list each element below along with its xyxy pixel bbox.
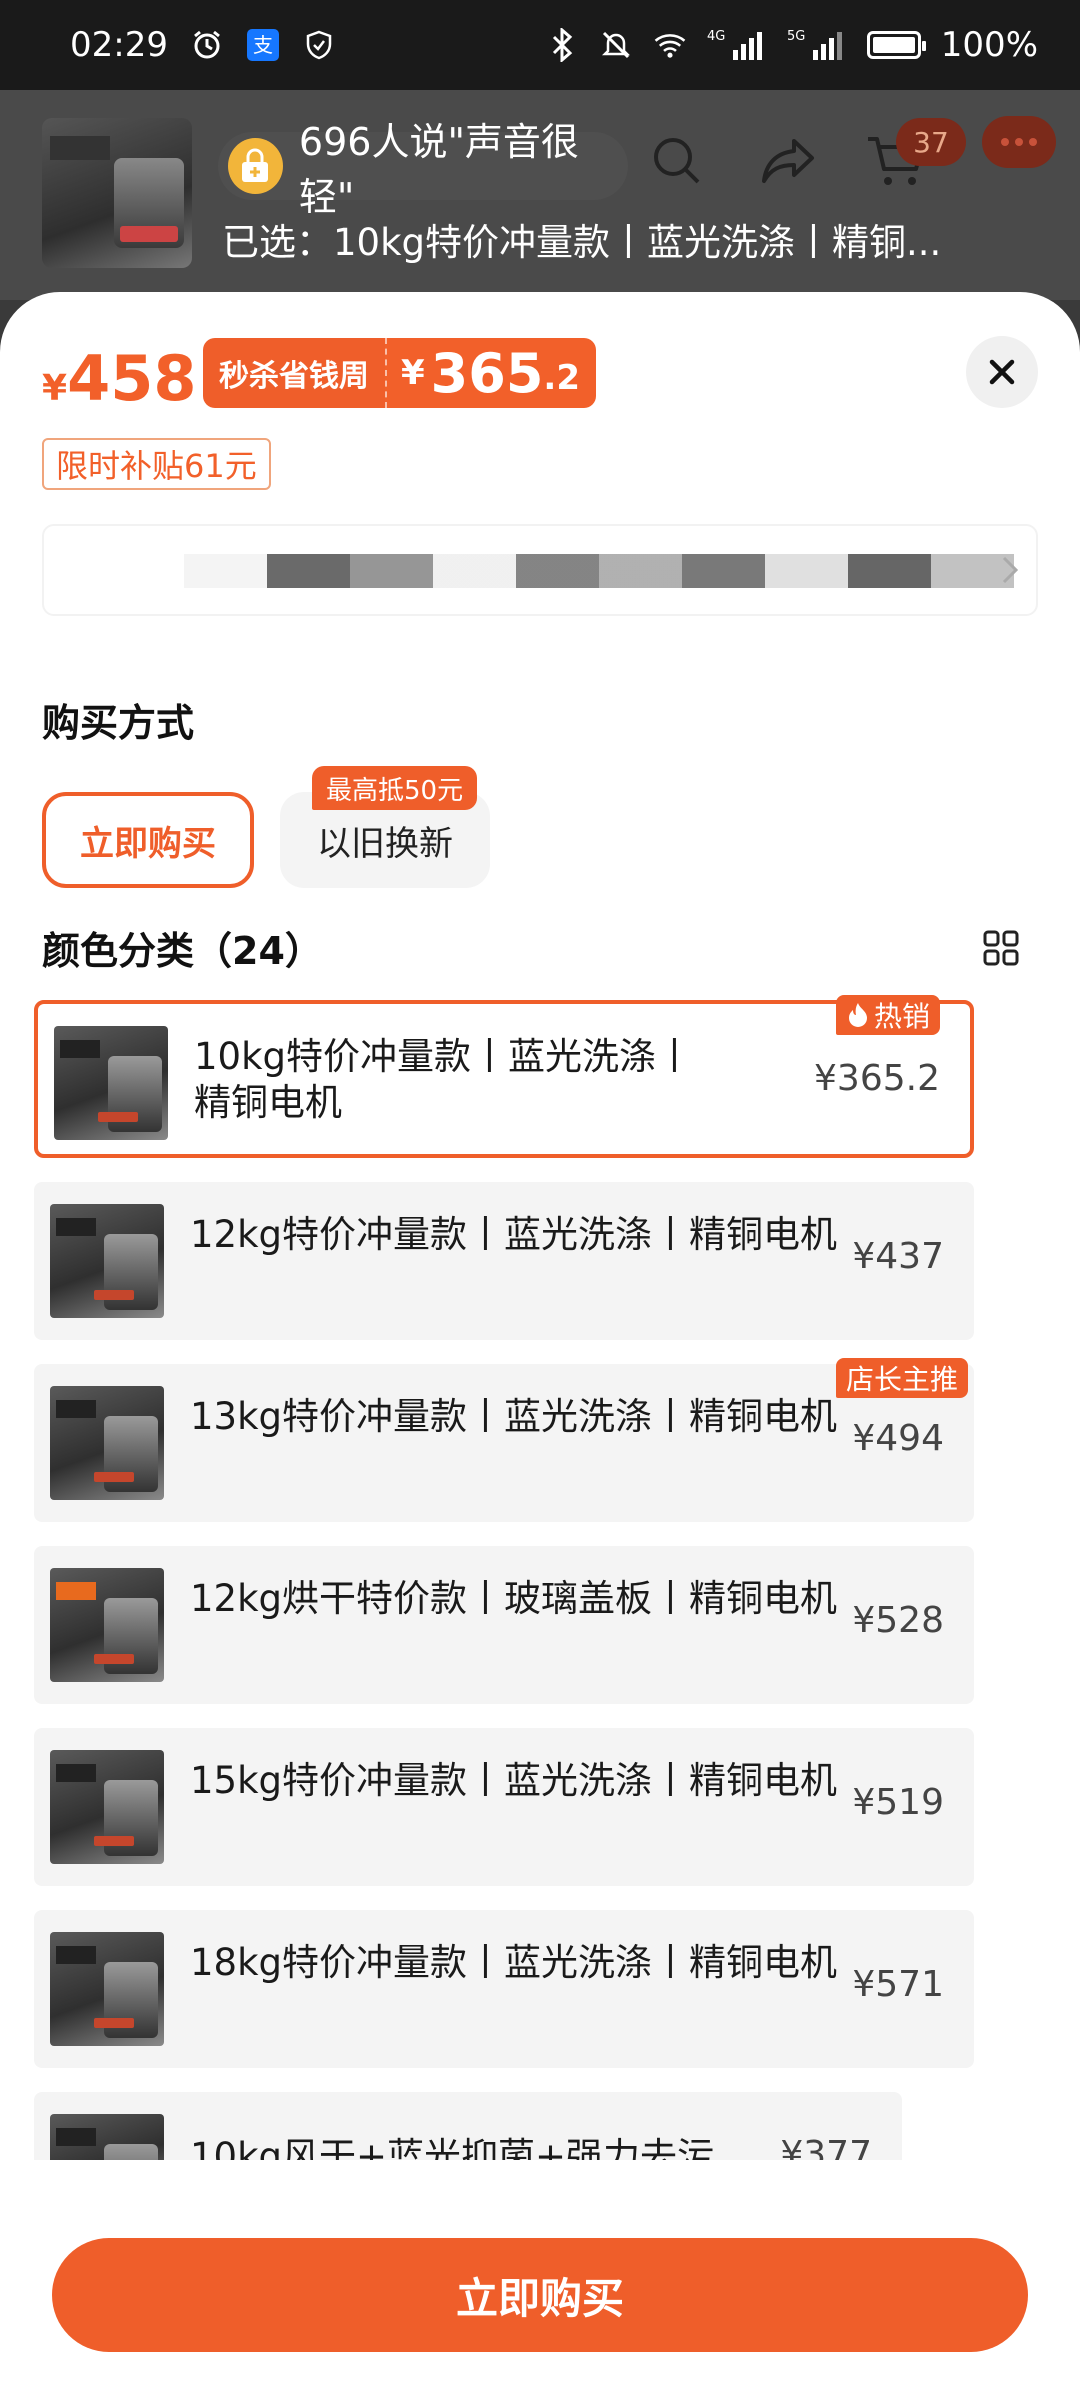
variant-price: ¥528 (852, 1600, 944, 1641)
selected-variant-text: 已选：10kg特价冲量款丨蓝光洗涤丨精铜... (222, 221, 942, 264)
thumbnail-label-shape (50, 136, 110, 160)
store-recommend-badge: 店长主推 (836, 1358, 969, 1398)
status-bar: 02:29 支 4G 5G 100% (0, 0, 1080, 90)
banner-image (184, 554, 1014, 588)
svg-text:4G: 4G (707, 29, 725, 44)
promo-banner[interactable] (42, 524, 1038, 616)
variant-name: 10kg特价冲量款丨蓝光洗涤丨精铜电机 (194, 1035, 693, 1124)
close-button[interactable] (966, 336, 1038, 408)
variant-option[interactable]: 12kg烘干特价款丨玻璃盖板丨精铜电机 ¥528 (34, 1546, 974, 1704)
variant-price: ¥494 (852, 1418, 944, 1459)
product-thumbnail[interactable] (42, 118, 192, 268)
buy-now-option[interactable]: 立即购买 (42, 792, 254, 888)
svg-text:5G: 5G (787, 29, 805, 44)
more-dot-icon (1029, 138, 1037, 146)
original-price: ¥458 (42, 342, 197, 415)
status-time: 02:29 (70, 25, 168, 65)
bluetooth-icon (545, 28, 579, 62)
buy-now-button[interactable]: 立即购买 (52, 2238, 1028, 2352)
variant-option[interactable]: 12kg特价冲量款丨蓝光洗涤丨精铜电机 ¥437 (34, 1182, 974, 1340)
mute-icon (599, 28, 633, 62)
more-dot-icon (1015, 138, 1023, 146)
promo-price: ¥ 365 .2 (385, 338, 596, 408)
signal-5g-icon: 5G (787, 28, 847, 62)
variant-price: ¥437 (852, 1236, 944, 1277)
variant-price: ¥519 (852, 1782, 944, 1823)
hot-sale-badge: 热销 (836, 995, 941, 1035)
grid-view-icon[interactable] (983, 930, 1019, 970)
chevron-right-icon (1000, 548, 1022, 596)
cart-count-badge: 37 (896, 118, 966, 166)
variant-image (50, 1386, 164, 1500)
close-icon (989, 359, 1015, 385)
variant-name: 12kg特价冲量款丨蓝光洗涤丨精铜电机 (190, 1213, 837, 1256)
variant-image (50, 1568, 164, 1682)
product-header: 696人说"声音很轻" 37 已选：10kg特价冲量款丨蓝光洗涤丨精铜... (0, 90, 1080, 300)
praise-pill: 696人说"声音很轻" (218, 120, 628, 219)
variant-option[interactable]: 10kg特价冲量款丨蓝光洗涤丨精铜电机 ¥365.2 (34, 1000, 974, 1158)
variant-name: 15kg特价冲量款丨蓝光洗涤丨精铜电机 (190, 1759, 837, 1802)
variant-option[interactable]: 13kg特价冲量款丨蓝光洗涤丨精铜电机 ¥494 (34, 1364, 974, 1522)
share-icon[interactable] (754, 126, 824, 196)
variant-image (50, 1932, 164, 2046)
signal-4g-icon: 4G (707, 28, 767, 62)
shield-icon (302, 28, 336, 62)
promo-label: 秒杀省钱周 (203, 338, 385, 408)
alarm-icon (190, 28, 224, 62)
variant-option[interactable]: 15kg特价冲量款丨蓝光洗涤丨精铜电机 ¥519 (34, 1728, 974, 1886)
variant-price: ¥365.2 (814, 1058, 940, 1099)
trade-in-badge: 最高抵50元 (312, 766, 478, 810)
promo-price-tag: 秒杀省钱周 ¥ 365 .2 (203, 338, 596, 408)
praise-text: 696人说"声音很轻" (298, 120, 579, 219)
bottom-action-bar: 立即购买 (0, 2160, 1080, 2400)
variant-image (50, 1750, 164, 1864)
variant-section-title: 颜色分类（24） (42, 929, 323, 973)
wifi-icon (653, 28, 687, 62)
sku-sheet: ¥458 秒杀省钱周 ¥ 365 .2 限时补贴61元 购买方式 (0, 292, 1080, 2400)
more-menu-button[interactable] (982, 116, 1056, 168)
variant-name: 12kg烘干特价款丨玻璃盖板丨精铜电机 (190, 1577, 837, 1620)
thumbnail-tag-shape (120, 226, 178, 242)
buy-method-title-visible: 购买方式 (42, 701, 195, 745)
variant-image (54, 1026, 168, 1140)
variant-image (50, 1204, 164, 1318)
variant-option[interactable]: 18kg特价冲量款丨蓝光洗涤丨精铜电机 ¥571 (34, 1910, 974, 2068)
flame-icon (849, 1003, 867, 1027)
battery-icon (866, 31, 926, 59)
subsidy-badge: 限时补贴61元 (42, 438, 271, 490)
more-dot-icon (1001, 138, 1009, 146)
svg-text:支: 支 (253, 33, 273, 57)
variant-price: ¥571 (852, 1964, 944, 2005)
battery-percent: 100% (940, 25, 1038, 65)
lock-plus-icon (228, 138, 283, 194)
search-icon[interactable] (642, 126, 712, 196)
variant-name: 18kg特价冲量款丨蓝光洗涤丨精铜电机 (190, 1941, 837, 1984)
variant-name: 13kg特价冲量款丨蓝光洗涤丨精铜电机 (190, 1395, 837, 1438)
alipay-icon: 支 (246, 28, 280, 62)
